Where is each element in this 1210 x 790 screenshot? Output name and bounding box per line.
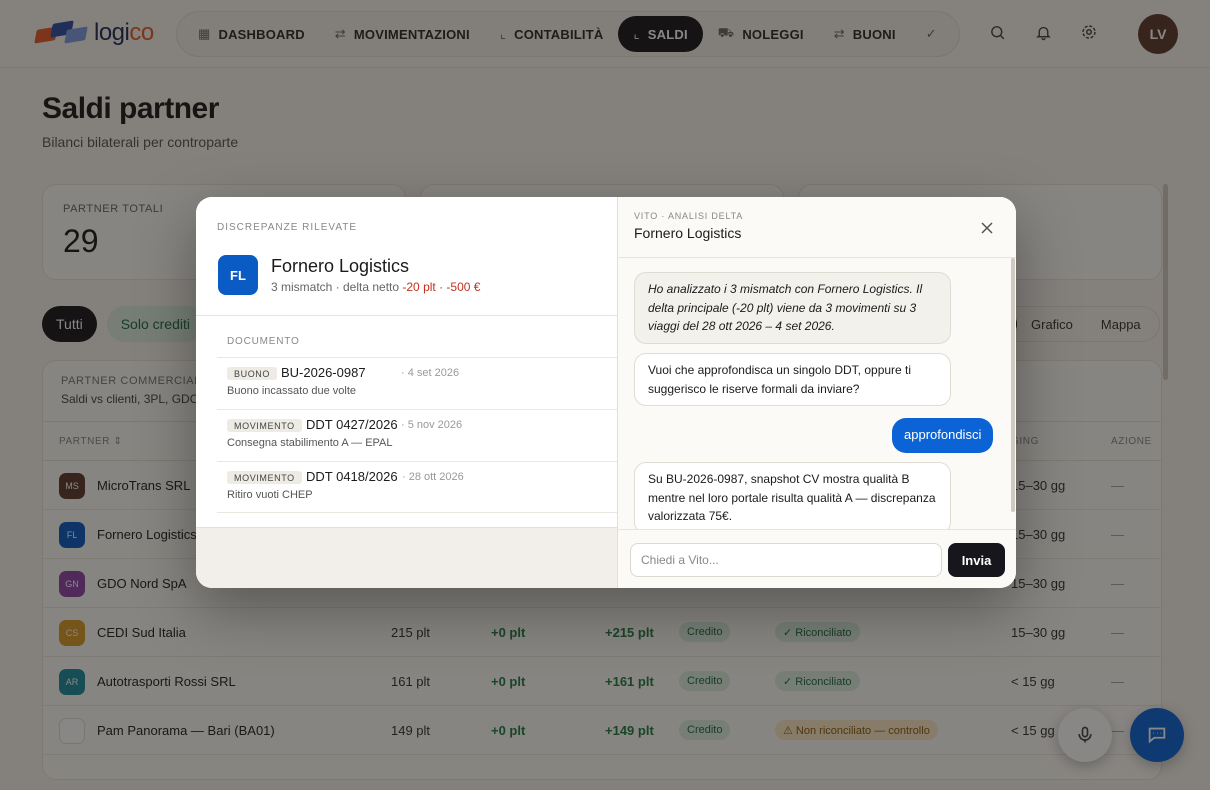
assistant-message: Ho analizzato i 3 mismatch con Fornero L…	[634, 272, 951, 344]
divider	[196, 315, 617, 316]
doc-date: · 28 ott 2026	[402, 471, 464, 483]
send-button[interactable]: Invia	[948, 543, 1005, 577]
close-button[interactable]	[976, 217, 998, 239]
assistant-title: Fornero Logistics	[634, 225, 742, 241]
document-row[interactable]: BUONO BU-2026-0987 · 4 set 2026 Buono in…	[217, 357, 617, 409]
user-message: approfondisci	[892, 418, 994, 453]
delta-value: -20 plt · -500 €	[402, 280, 481, 294]
discrepancy-modal: DISCREPANZE RILEVATE FL Fornero Logistic…	[196, 197, 1016, 588]
chat-thread[interactable]: Ho analizzato i 3 mismatch con Fornero L…	[618, 258, 1016, 529]
doc-date: · 5 nov 2026	[401, 419, 463, 431]
assistant-eyebrow: VITO · ANALISI DELTA	[634, 211, 744, 221]
partner-meta: 3 mismatch · delta netto -20 plt · -500 …	[271, 280, 481, 294]
partner-name: Fornero Logistics	[271, 256, 410, 276]
doc-type-badge: MOVIMENTO	[227, 419, 302, 432]
close-icon	[981, 222, 993, 234]
partner-avatar: FL	[218, 255, 258, 295]
col-document: DOCUMENTO	[227, 336, 300, 347]
modal-footer	[196, 527, 617, 588]
assistant-panel: VITO · ANALISI DELTA Fornero Logistics H…	[617, 197, 1016, 588]
doc-type-badge: BUONO	[227, 367, 278, 380]
assistant-message: Su BU-2026-0987, snapshot CV mostra qual…	[634, 462, 951, 529]
doc-description: Consegna stabilimento A — EPAL	[227, 437, 393, 449]
doc-code: DDT 0418/2026	[306, 469, 398, 484]
doc-type-badge: MOVIMENTO	[227, 471, 302, 484]
discrepancy-panel: DISCREPANZE RILEVATE FL Fornero Logistic…	[196, 197, 617, 588]
doc-code: DDT 0427/2026	[306, 417, 398, 432]
doc-description: Ritiro vuoti CHEP	[227, 489, 313, 501]
assistant-message: Vuoi che approfondisca un singolo DDT, o…	[634, 353, 951, 406]
doc-description: Buono incassato due volte	[227, 385, 357, 397]
doc-code: BU-2026-0987	[281, 365, 366, 380]
doc-date: · 4 set 2026	[401, 367, 460, 379]
divider	[618, 529, 1016, 530]
document-row[interactable]: MOVIMENTO DDT 0427/2026 · 5 nov 2026 Con…	[217, 409, 617, 461]
modal-eyebrow: DISCREPANZE RILEVATE	[217, 222, 358, 233]
chat-input[interactable]	[630, 543, 942, 577]
chat-scrollbar[interactable]	[1011, 258, 1015, 512]
document-row[interactable]: MOVIMENTO DDT 0418/2026 · 28 ott 2026 Ri…	[217, 461, 617, 513]
